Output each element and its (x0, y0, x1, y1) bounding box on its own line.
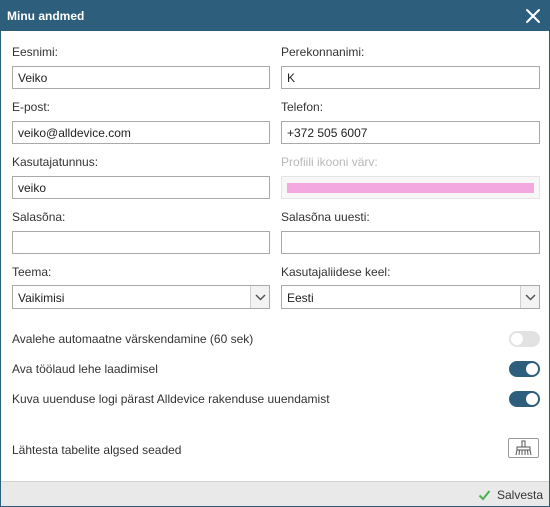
icon-color-swatch (287, 183, 534, 193)
password-label: Salasõna: (12, 210, 66, 224)
username-label: Kasutajatunnus: (12, 155, 99, 169)
icon-color-label: Profiili ikooni värv: (281, 155, 378, 169)
language-select[interactable]: Eesti (281, 285, 540, 309)
icon-color-picker (281, 176, 540, 199)
toggle-knob (526, 363, 538, 375)
chevron-down-icon[interactable] (520, 286, 539, 308)
toggle-knob (511, 333, 523, 345)
theme-label: Teema: (12, 265, 52, 279)
language-label: Kasutajaliidese keel: (281, 265, 391, 279)
open-dashboard-toggle[interactable] (509, 361, 540, 377)
reset-tables-button[interactable] (508, 438, 539, 458)
theme-select-value: Vaikimisi (18, 291, 65, 305)
auto-refresh-label: Avalehe automaatne värskendamine (60 sek… (12, 332, 254, 346)
reset-tables-label: Lähtesta tabelite algsed seaded (12, 443, 182, 457)
open-dashboard-label: Ava töölaud lehe laadimisel (12, 362, 158, 376)
password-repeat-input[interactable] (281, 231, 540, 254)
phone-label: Telefon: (281, 100, 324, 114)
auto-refresh-toggle[interactable] (509, 331, 540, 347)
update-log-label: Kuva uuenduse logi pärast Alldevice rake… (12, 392, 330, 406)
save-button-label: Salvesta (496, 487, 543, 502)
broom-icon (515, 440, 532, 456)
email-label: E-post: (12, 100, 51, 114)
dialog-titlebar: Minu andmed (1, 1, 549, 31)
email-input[interactable] (12, 121, 270, 144)
theme-select[interactable]: Vaikimisi (12, 285, 270, 309)
update-log-toggle[interactable] (509, 391, 540, 407)
first-name-input[interactable] (12, 66, 270, 89)
close-icon (526, 9, 540, 23)
save-button[interactable]: Salvesta (478, 485, 543, 504)
password-input[interactable] (12, 231, 270, 254)
password-repeat-label: Salasõna uuesti: (281, 210, 370, 224)
close-button[interactable] (521, 4, 545, 28)
toggle-knob (526, 393, 538, 405)
dialog-footer: Salvesta (1, 481, 549, 506)
last-name-input[interactable] (281, 66, 540, 89)
phone-input[interactable] (281, 121, 540, 144)
checkmark-icon (478, 489, 491, 500)
username-input[interactable] (12, 176, 270, 199)
chevron-down-icon[interactable] (250, 286, 269, 308)
last-name-label: Perekonnanimi: (281, 45, 365, 59)
dialog-title: Minu andmed (7, 9, 85, 23)
user-profile-dialog: Minu andmed Eesnimi: Perekonnanimi: E-po… (0, 0, 550, 507)
first-name-label: Eesnimi: (12, 45, 59, 59)
language-select-value: Eesti (287, 291, 314, 305)
